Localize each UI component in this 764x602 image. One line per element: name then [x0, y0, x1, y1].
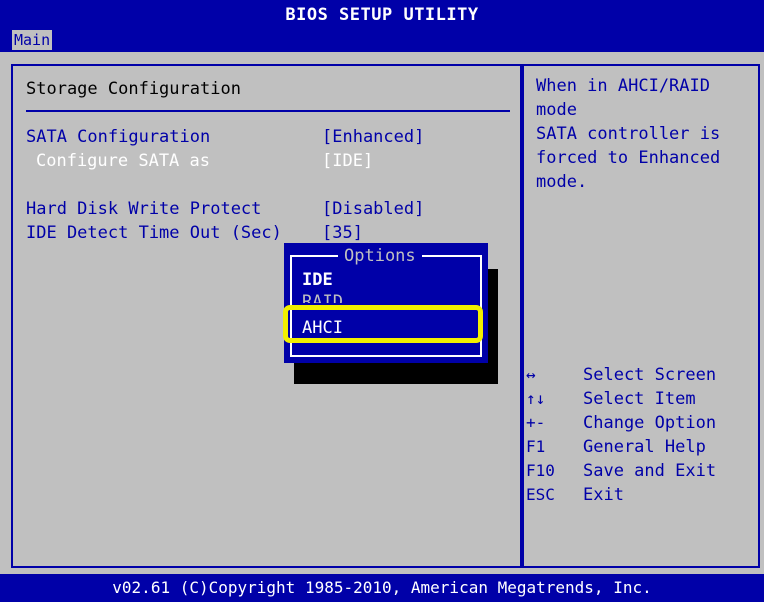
- key-legend-key: F1: [526, 437, 546, 456]
- key-legend-desc: Select Screen: [583, 365, 717, 385]
- key-legend-desc: Exit: [583, 485, 624, 505]
- key-legend-row: F1 General Help: [526, 435, 756, 459]
- key-legend-key: F10: [526, 461, 555, 480]
- option-ide[interactable]: IDE: [302, 269, 333, 291]
- key-legend-desc: Save and Exit: [583, 461, 717, 481]
- setting-ide-detect-timeout-label[interactable]: IDE Detect Time Out (Sec): [26, 222, 282, 244]
- menu-bar: Main: [0, 28, 764, 52]
- setting-ide-detect-timeout-value[interactable]: [35]: [322, 222, 363, 244]
- title-divider: [26, 110, 510, 112]
- key-legend-desc: Select Item: [583, 389, 696, 409]
- up-down-arrow-icon: ↑↓: [526, 389, 546, 408]
- tab-main[interactable]: Main: [12, 30, 53, 50]
- copyright-footer: v02.61 (C)Copyright 1985-2010, American …: [112, 578, 652, 597]
- setting-sata-configuration-value[interactable]: [Enhanced]: [322, 126, 424, 148]
- key-legend-row: F10 Save and Exit: [526, 459, 756, 483]
- key-legend-row: +- Change Option: [526, 411, 756, 435]
- app-title: BIOS SETUP UTILITY: [285, 5, 479, 25]
- selected-option-highlight: [283, 305, 483, 343]
- setting-sata-configuration-label[interactable]: SATA Configuration: [26, 126, 210, 148]
- key-legend-row: ↔ Select Screen: [526, 363, 756, 387]
- setting-hdd-write-protect-label[interactable]: Hard Disk Write Protect: [26, 198, 261, 220]
- key-legend-key: ESC: [526, 485, 555, 504]
- page-title: Storage Configuration: [26, 79, 241, 99]
- setting-configure-sata-as-value[interactable]: [IDE]: [322, 150, 373, 172]
- help-description: When in AHCI/RAID mode SATA controller i…: [536, 76, 721, 192]
- key-legend-key: +-: [526, 413, 546, 432]
- setting-hdd-write-protect-value[interactable]: [Disabled]: [322, 198, 424, 220]
- key-legend-desc: Change Option: [583, 413, 717, 433]
- option-raid[interactable]: RAID: [302, 291, 343, 303]
- key-legend-desc: General Help: [583, 437, 706, 457]
- key-legend: ↔ Select Screen ↑↓ Select Item +- Change…: [526, 363, 756, 507]
- key-legend-row: ↑↓ Select Item: [526, 387, 756, 411]
- left-right-arrow-icon: ↔: [526, 365, 536, 384]
- setting-configure-sata-as-label[interactable]: Configure SATA as: [36, 150, 210, 172]
- options-popup-title: Options: [338, 245, 422, 267]
- options-popup: Options IDE RAID AHCI: [284, 243, 488, 363]
- key-legend-row: ESC Exit: [526, 483, 756, 507]
